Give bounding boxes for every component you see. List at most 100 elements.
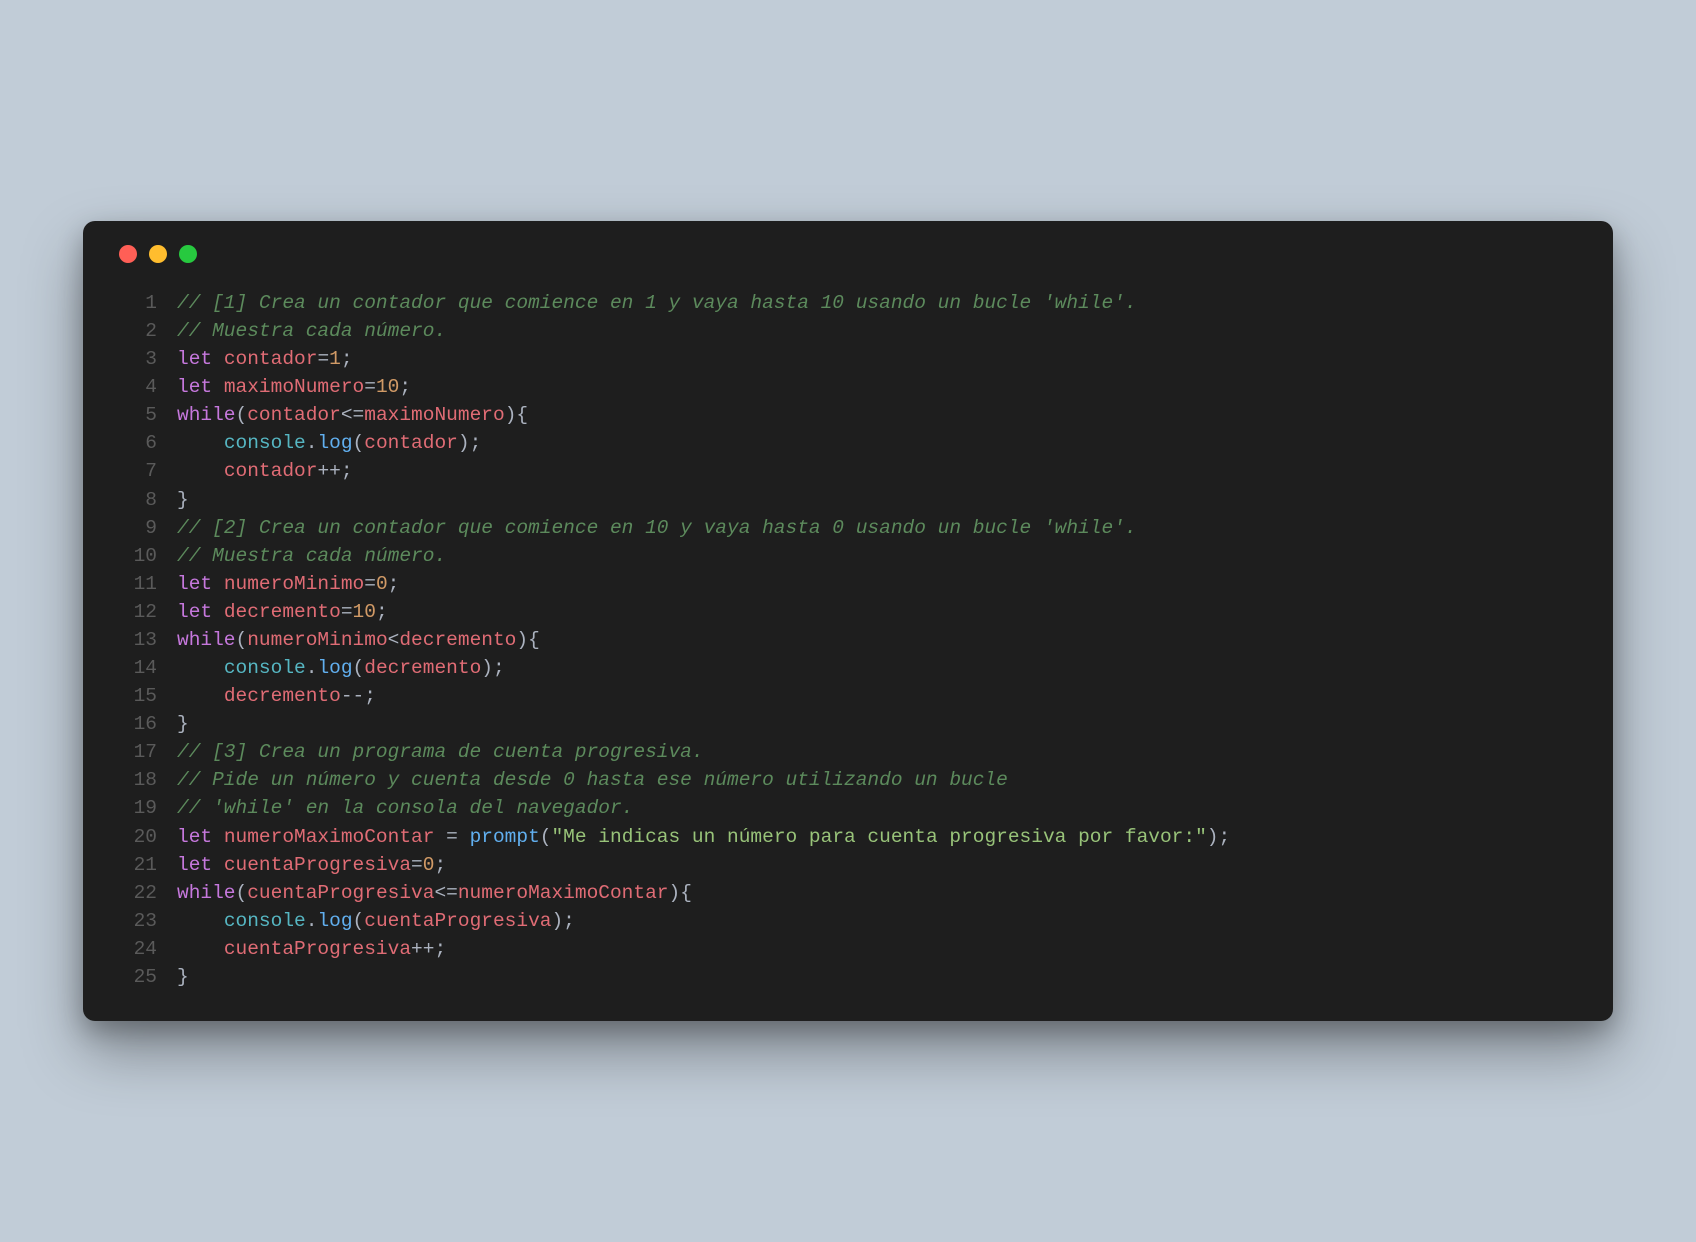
code-token	[177, 938, 224, 960]
code-token: <	[388, 629, 400, 651]
window-titlebar	[113, 245, 1583, 263]
code-content: let cuentaProgresiva=0;	[177, 851, 1583, 879]
code-line: 12let decremento=10;	[113, 598, 1583, 626]
code-content: while(cuentaProgresiva<=numeroMaximoCont…	[177, 879, 1583, 907]
code-token: // Muestra cada número.	[177, 545, 446, 567]
code-token: }	[177, 966, 189, 988]
code-content: let numeroMinimo=0;	[177, 570, 1583, 598]
code-token: ;	[399, 376, 411, 398]
line-number: 21	[113, 851, 157, 879]
code-content: // Muestra cada número.	[177, 542, 1583, 570]
code-content: // Muestra cada número.	[177, 317, 1583, 345]
line-number: 4	[113, 373, 157, 401]
code-token: ;	[388, 573, 400, 595]
line-number: 19	[113, 794, 157, 822]
code-token: cuentaProgresiva	[224, 854, 411, 876]
code-content: let maximoNumero=10;	[177, 373, 1583, 401]
code-line: 8}	[113, 486, 1583, 514]
code-token: log	[317, 910, 352, 932]
code-content: cuentaProgresiva++;	[177, 935, 1583, 963]
code-token: (	[353, 432, 365, 454]
code-token: (	[353, 657, 365, 679]
code-token: console	[224, 910, 306, 932]
code-token: 0	[423, 854, 435, 876]
code-line: 11let numeroMinimo=0;	[113, 570, 1583, 598]
code-token	[177, 910, 224, 932]
code-content: contador++;	[177, 457, 1583, 485]
code-token: numeroMinimo	[247, 629, 387, 651]
code-token: (	[353, 910, 365, 932]
code-line: 7 contador++;	[113, 457, 1583, 485]
code-line: 25}	[113, 963, 1583, 991]
code-token: decremento	[224, 601, 341, 623]
code-content: while(contador<=maximoNumero){	[177, 401, 1583, 429]
code-token	[212, 348, 224, 370]
code-content: // [3] Crea un programa de cuenta progre…	[177, 738, 1583, 766]
code-line: 21 let cuentaProgresiva=0;	[113, 851, 1583, 879]
maximize-icon[interactable]	[179, 245, 197, 263]
code-line: 9 // [2] Crea un contador que comience en…	[113, 514, 1583, 542]
code-token: console	[224, 657, 306, 679]
code-content: console.log(contador);	[177, 429, 1583, 457]
code-token: decremento	[399, 629, 516, 651]
code-line: 23 console.log(cuentaProgresiva);	[113, 907, 1583, 935]
code-token	[212, 826, 224, 848]
code-token: while	[177, 882, 236, 904]
line-number: 8	[113, 486, 157, 514]
line-number: 5	[113, 401, 157, 429]
code-token: let	[177, 826, 212, 848]
code-token: =	[364, 376, 376, 398]
code-content: decremento--;	[177, 682, 1583, 710]
code-token	[177, 685, 224, 707]
code-token: .	[306, 910, 318, 932]
code-line: 1// [1] Crea un contador que comience en…	[113, 289, 1583, 317]
code-token: .	[306, 657, 318, 679]
code-token: decremento	[224, 685, 341, 707]
code-token: log	[317, 432, 352, 454]
code-token: =	[411, 854, 423, 876]
code-line: 3let contador=1;	[113, 345, 1583, 373]
code-token: (	[236, 629, 248, 651]
code-token	[177, 432, 224, 454]
line-number: 12	[113, 598, 157, 626]
code-token: ;	[434, 854, 446, 876]
code-token: );	[1207, 826, 1230, 848]
code-token: );	[551, 910, 574, 932]
code-content: // [2] Crea un contador que comience en …	[177, 514, 1583, 542]
code-token: ){	[669, 882, 692, 904]
code-token: ;	[341, 348, 353, 370]
line-number: 9	[113, 514, 157, 542]
code-token: contador	[247, 404, 341, 426]
line-number: 15	[113, 682, 157, 710]
line-number: 22	[113, 879, 157, 907]
code-token: cuentaProgresiva	[247, 882, 434, 904]
code-token: --;	[341, 685, 376, 707]
code-token: contador	[364, 432, 458, 454]
close-icon[interactable]	[119, 245, 137, 263]
code-token: );	[458, 432, 481, 454]
code-token: let	[177, 573, 212, 595]
code-token: .	[306, 432, 318, 454]
code-token: ++;	[411, 938, 446, 960]
code-token: cuentaProgresiva	[224, 938, 411, 960]
code-content: console.log(cuentaProgresiva);	[177, 907, 1583, 935]
code-token: ){	[505, 404, 528, 426]
code-token: <=	[434, 882, 457, 904]
code-token: <=	[341, 404, 364, 426]
code-token: while	[177, 404, 236, 426]
minimize-icon[interactable]	[149, 245, 167, 263]
code-token: let	[177, 348, 212, 370]
code-line: 5 while(contador<=maximoNumero){	[113, 401, 1583, 429]
line-number: 2	[113, 317, 157, 345]
code-token: );	[481, 657, 504, 679]
code-editor[interactable]: 1// [1] Crea un contador que comience en…	[113, 289, 1583, 991]
code-line: 2 // Muestra cada número.	[113, 317, 1583, 345]
code-token: log	[317, 657, 352, 679]
line-number: 17	[113, 738, 157, 766]
code-token: (	[236, 882, 248, 904]
code-content: console.log(decremento);	[177, 654, 1583, 682]
code-token: contador	[224, 460, 318, 482]
code-content: // 'while' en la consola del navegador.	[177, 794, 1583, 822]
code-token	[177, 657, 224, 679]
code-token: // [2] Crea un contador que comience en …	[177, 517, 1137, 539]
